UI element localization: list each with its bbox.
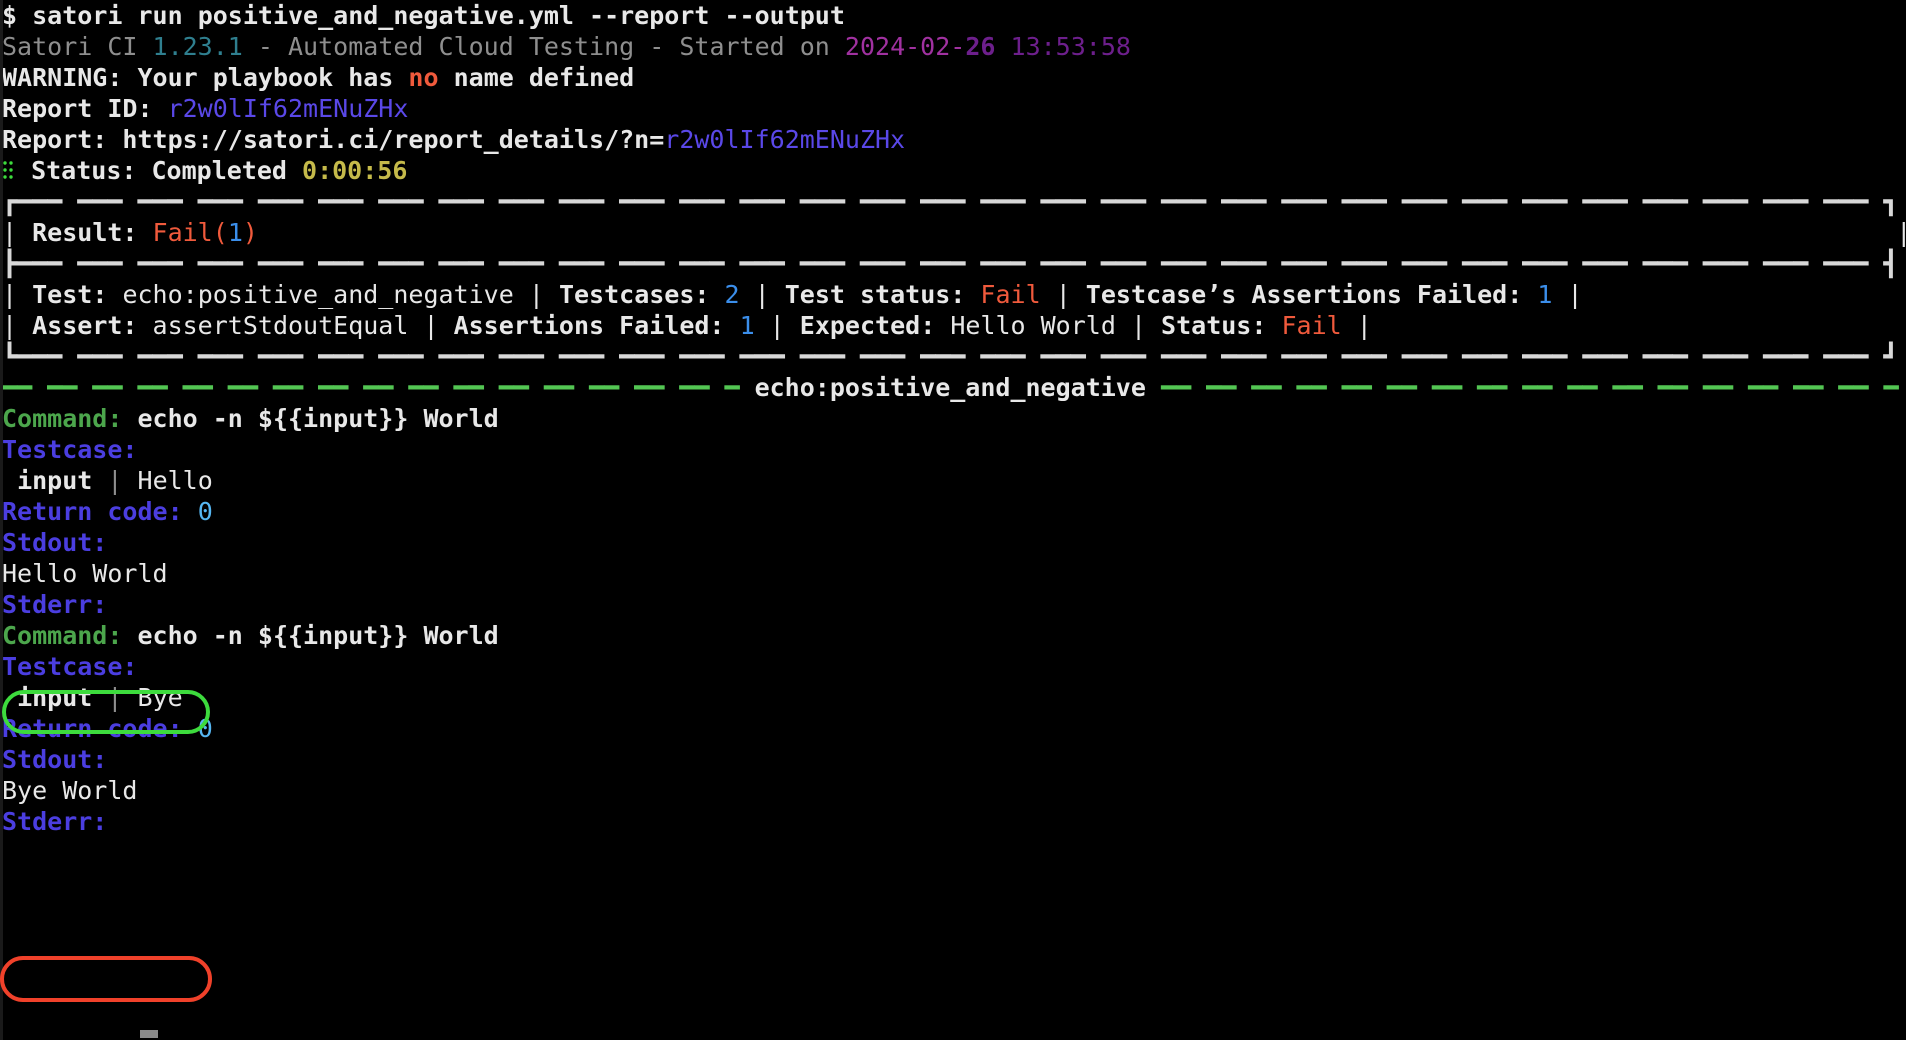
- stderr-label: Stderr:: [2, 807, 108, 836]
- banner-version: 1.23.1: [152, 32, 243, 61]
- testcase-assertions-failed-value: 1: [1537, 280, 1553, 309]
- test-status-label: Test status:: [784, 280, 966, 309]
- terminal-left-edge: [0, 0, 3, 1040]
- stdout-value-row: Bye World: [0, 775, 1906, 806]
- test-summary-row: | Test: echo:positive_and_negative | Tes…: [2, 280, 1583, 309]
- return-code-value: 0: [197, 497, 213, 526]
- section-title: echo:positive_and_negative: [754, 373, 1146, 402]
- report-url-base: https://satori.ci/report_details/?n=: [122, 125, 665, 154]
- status-line: Status: Completed 0:00:56: [0, 155, 1906, 186]
- stdout-annotation-red: [0, 956, 212, 1002]
- banner-app: Satori CI: [2, 32, 138, 61]
- spinner-dots-icon: [2, 159, 16, 181]
- command-label: Command:: [2, 621, 123, 650]
- stdout-row: Stdout:: [0, 744, 1906, 775]
- input-value: Hello: [137, 466, 213, 495]
- return-code-label: Return code:: [2, 714, 183, 743]
- command-row: Command: echo -n ${{input}} World: [0, 620, 1906, 651]
- assertions-failed-value: 1: [739, 311, 755, 340]
- testcase-label: Testcase:: [2, 652, 138, 681]
- test-status-value: Fail: [980, 280, 1041, 309]
- stdout-label: Stdout:: [2, 528, 108, 557]
- input-separator: |: [107, 466, 123, 495]
- result-value: Fail: [152, 218, 213, 247]
- assert-value: assertStdoutEqual: [152, 311, 409, 340]
- input-key: input: [17, 466, 93, 495]
- warning-text-after: name defined: [453, 63, 635, 92]
- warning-line: WARNING: Your playbook has no name defin…: [0, 62, 1906, 93]
- command-value: echo -n ${{input}} World: [137, 621, 499, 650]
- return-code-label: Return code:: [2, 497, 183, 526]
- testcase-row: Testcase:: [0, 434, 1906, 465]
- command-row: Command: echo -n ${{input}} World: [0, 403, 1906, 434]
- report-id-label: Report ID:: [2, 94, 153, 123]
- stdout-value: Bye World: [2, 776, 138, 805]
- testcase-input-row: input | Bye: [0, 682, 1906, 713]
- stdout-row: Stdout:: [0, 527, 1906, 558]
- report-url-label: Report:: [2, 125, 108, 154]
- result-count: 1: [227, 218, 243, 247]
- assert-label: Assert:: [32, 311, 138, 340]
- banner-line: Satori CI 1.23.1 - Automated Cloud Testi…: [0, 31, 1906, 62]
- status-value: Completed: [151, 156, 287, 185]
- status-label: Status:: [31, 156, 137, 185]
- report-id-line: Report ID: r2w0lIf62mENuZHx: [0, 93, 1906, 124]
- testcase-input-row: input | Hello: [0, 465, 1906, 496]
- banner-date: 2024-02-: [844, 32, 966, 61]
- report-id-value: r2w0lIf62mENuZHx: [167, 94, 409, 123]
- banner-time: 13:53:58: [1010, 32, 1131, 61]
- stderr-row: Stderr:: [0, 589, 1906, 620]
- expected-value: Hello World: [950, 311, 1116, 340]
- stderr-row: Stderr:: [0, 806, 1906, 837]
- command-value: echo -n ${{input}} World: [137, 404, 499, 433]
- warning-text-before: Your playbook has: [137, 63, 394, 92]
- input-value: Bye: [137, 683, 183, 712]
- test-label: Test:: [32, 280, 108, 309]
- assertions-failed-label: Assertions Failed:: [453, 311, 725, 340]
- report-url-id: r2w0lIf62mENuZHx: [664, 125, 906, 154]
- status-elapsed: 0:00:56: [302, 156, 408, 185]
- testcase-label: Testcase:: [2, 435, 138, 464]
- assert-status-label: Status:: [1161, 311, 1267, 340]
- warning-label: WARNING:: [2, 63, 123, 92]
- terminal-window: $ satori run positive_and_negative.yml -…: [0, 0, 1906, 1040]
- result-row-right-border: |: [1896, 218, 1906, 247]
- testcases-value: 2: [724, 280, 740, 309]
- result-row: | Result: Fail(1) |: [0, 217, 1906, 248]
- input-separator: |: [107, 683, 123, 712]
- testcases-label: Testcases:: [558, 280, 710, 309]
- test-value: echo:positive_and_negative: [122, 280, 514, 309]
- command-label: Command:: [2, 404, 123, 433]
- testcase-row: Testcase:: [0, 651, 1906, 682]
- separator-right-dashes: ━━ ━━ ━━ ━━ ━━ ━━ ━━ ━━ ━━ ━━ ━━ ━━ ━━ ━…: [1160, 373, 1899, 402]
- expected-label: Expected:: [799, 311, 936, 340]
- input-key: input: [17, 683, 93, 712]
- assert-summary-row: | Assert: assertStdoutEqual | Assertions…: [2, 311, 1372, 340]
- text-cursor: [140, 1030, 158, 1038]
- result-box-divider: ┣━━━ ━━━ ━━━ ━━━ ━━━ ━━━ ━━━ ━━━ ━━━ ━━━…: [2, 249, 1899, 278]
- stdout-value-row: Hello World: [0, 558, 1906, 589]
- result-paren-close: ): [242, 218, 258, 247]
- result-paren-open: (: [212, 218, 228, 247]
- result-label: Result:: [32, 218, 138, 247]
- banner-tagline: - Automated Cloud Testing - Started on: [257, 32, 830, 61]
- testcase-assertions-failed-label: Testcase’s Assertions Failed:: [1085, 280, 1523, 309]
- warning-highlight: no: [408, 63, 439, 92]
- result-box-bottom-border: ┗━━━ ━━━ ━━━ ━━━ ━━━ ━━━ ━━━ ━━━ ━━━ ━━━…: [2, 342, 1899, 371]
- command-line: $ satori run positive_and_negative.yml -…: [0, 0, 1906, 31]
- stdout-label: Stdout:: [2, 745, 108, 774]
- return-code-row: Return code: 0: [0, 713, 1906, 744]
- return-code-row: Return code: 0: [0, 496, 1906, 527]
- assert-status-value: Fail: [1281, 311, 1342, 340]
- report-url-line: Report: https://satori.ci/report_details…: [0, 124, 1906, 155]
- command-text: satori run positive_and_negative.yml --r…: [32, 1, 845, 30]
- return-code-value: 0: [197, 714, 213, 743]
- section-separator: ━━ ━━ ━━ ━━ ━━ ━━ ━━ ━━ ━━ ━━ ━━ ━━ ━━ ━…: [0, 372, 1906, 403]
- stdout-value: Hello World: [2, 559, 168, 588]
- shell-prompt: $: [2, 1, 18, 30]
- stderr-label: Stderr:: [2, 590, 108, 619]
- banner-date-day: 26: [965, 32, 996, 61]
- result-box-top-border: ┏━━━ ━━━ ━━━ ━━━ ━━━ ━━━ ━━━ ━━━ ━━━ ━━━…: [2, 187, 1899, 216]
- separator-left-dashes: ━━ ━━ ━━ ━━ ━━ ━━ ━━ ━━ ━━ ━━ ━━ ━━ ━━ ━…: [2, 373, 740, 402]
